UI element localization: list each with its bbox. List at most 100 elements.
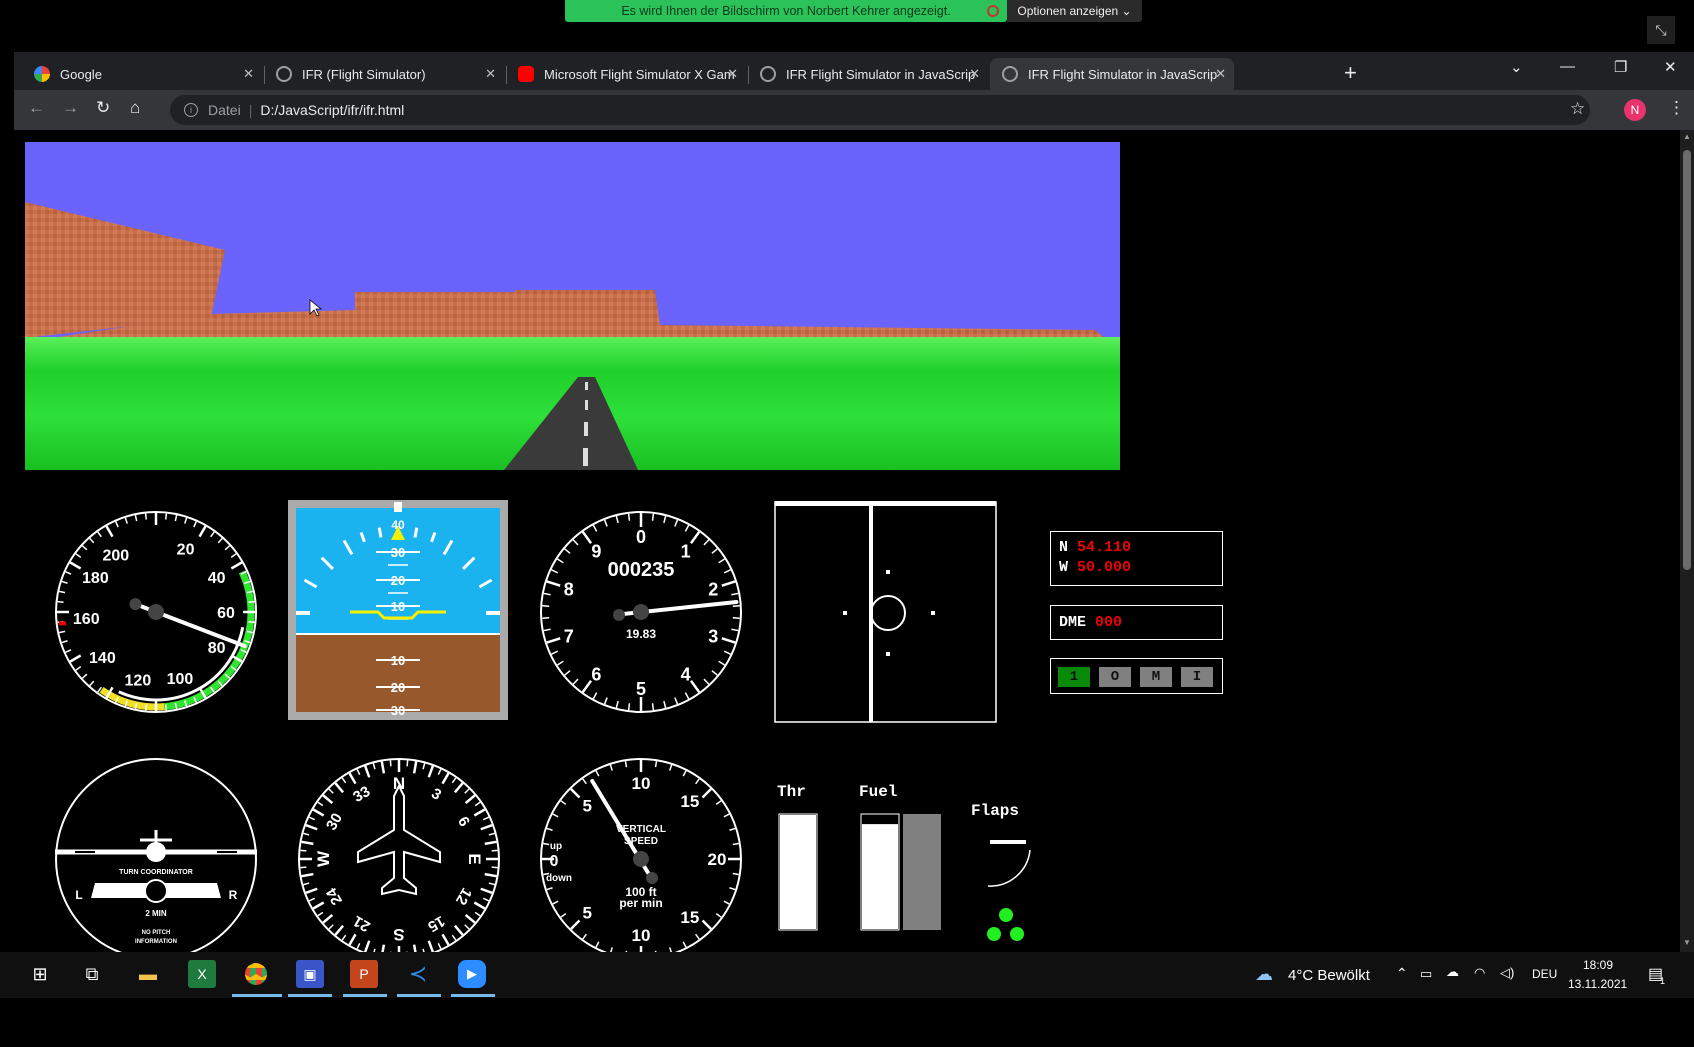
hdg-label: W: [314, 850, 333, 867]
dial-tick: [389, 760, 392, 767]
star-icon[interactable]: ☆: [1570, 99, 1585, 119]
tab-ifr-js[interactable]: IFR Flight Simulator in JavaScript ✕: [748, 58, 988, 90]
collapse-icon[interactable]: ⤡: [1647, 16, 1675, 44]
share-options-button[interactable]: Optionen anzeigen ⌄: [1007, 0, 1142, 22]
forward-icon[interactable]: →: [62, 98, 79, 118]
tab-title: Google: [60, 66, 102, 82]
mode-button-o[interactable]: O: [1099, 667, 1131, 687]
dial-tick: [732, 872, 739, 876]
asi-label: 120: [125, 673, 152, 690]
clock-date[interactable]: 13.11.2021: [1568, 977, 1627, 991]
wifi-icon[interactable]: ◠: [1474, 965, 1485, 981]
back-icon[interactable]: ←: [28, 98, 45, 118]
tab-youtube[interactable]: Microsoft Flight Simulator X Gam ✕: [506, 58, 746, 90]
app-indicator: [397, 994, 441, 997]
asi-label: 140: [89, 650, 116, 667]
chrome-icon[interactable]: [242, 960, 270, 988]
scroll-down-icon[interactable]: ▼: [1683, 938, 1691, 947]
windows-start-icon[interactable]: ⊞: [26, 960, 54, 988]
close-icon[interactable]: ✕: [969, 66, 980, 82]
fuel-label: Fuel: [859, 783, 898, 801]
adi-pitch-label: 30: [391, 545, 405, 560]
scroll-up-icon[interactable]: ▲: [1683, 132, 1691, 141]
alt-digit: 5: [636, 679, 646, 699]
weather-text[interactable]: 4°C Bewölkt: [1288, 967, 1370, 984]
language-indicator[interactable]: DEU: [1532, 967, 1557, 981]
adi-bank-zero: [394, 502, 402, 512]
tab-strip: Google ✕ IFR (Flight Simulator) ✕ Micros…: [14, 52, 1694, 90]
adi-pitch-label: 10: [391, 653, 405, 668]
info-icon[interactable]: i: [184, 103, 198, 117]
dial-tick: [491, 849, 498, 852]
vsi-label: 15: [680, 792, 699, 811]
minimize-icon[interactable]: —: [1560, 58, 1575, 75]
airspeed-indicator: 200 20 40 60 80 100 120 140 160 180: [55, 511, 257, 713]
close-window-icon[interactable]: ✕: [1664, 58, 1677, 76]
onedrive-icon[interactable]: ☁: [1446, 964, 1459, 980]
dial-tick: [248, 620, 255, 624]
attitude-indicator: 30201010203040: [288, 500, 508, 720]
avatar[interactable]: N: [1624, 99, 1646, 121]
tc-note-1: NO PITCH: [142, 930, 171, 936]
save-disk-icon[interactable]: ▣: [296, 960, 324, 988]
restore-icon[interactable]: ❐: [1614, 58, 1627, 76]
screen-share-banner: Es wird Ihnen der Bildschirm von Norbert…: [565, 0, 1007, 22]
vsi-zero: 0: [550, 853, 559, 870]
url-text[interactable]: D:/JavaScript/ifr/ifr.html: [260, 102, 404, 118]
throttle-fill[interactable]: [780, 815, 816, 929]
tab-google[interactable]: Google ✕: [22, 58, 262, 90]
mode-button-i[interactable]: I: [1181, 667, 1213, 687]
clock-time[interactable]: 18:09: [1583, 958, 1613, 972]
alt-digit: 1: [681, 542, 691, 562]
battery-icon[interactable]: ▭: [1420, 966, 1432, 982]
dial-tick: [651, 703, 655, 711]
alt-digit: 6: [591, 664, 601, 684]
close-icon[interactable]: ✕: [243, 66, 254, 82]
volume-icon[interactable]: ◁): [1500, 965, 1514, 981]
menu-icon[interactable]: ⋮: [1668, 98, 1685, 118]
plus-icon[interactable]: +: [1344, 60, 1357, 86]
gear-light-right: [1010, 927, 1024, 941]
home-icon[interactable]: ⌂: [130, 98, 140, 118]
stop-share-icon[interactable]: [987, 5, 999, 17]
close-icon[interactable]: ✕: [485, 66, 496, 82]
dial-tick: [732, 842, 739, 846]
mode-button-1[interactable]: 1: [1058, 667, 1090, 687]
scroll-thumb[interactable]: [1683, 150, 1691, 570]
dial-tick: [144, 704, 148, 711]
tab-search-icon[interactable]: ⌄: [1510, 58, 1523, 76]
zoom-icon[interactable]: ▶: [458, 960, 486, 988]
tab-title: Microsoft Flight Simulator X Gam: [544, 66, 734, 82]
dial-tick: [406, 760, 409, 767]
dial-tick: [300, 866, 307, 869]
reload-icon[interactable]: ↻: [96, 98, 110, 118]
marker-panel: 1 O M I: [1050, 658, 1223, 694]
flaps-arc: [987, 849, 1031, 887]
browser-window: Google ✕ IFR (Flight Simulator) ✕ Micros…: [14, 52, 1694, 952]
tab-ifr-js-active[interactable]: IFR Flight Simulator in JavaScript ✕: [990, 58, 1234, 90]
dial-tick: [300, 849, 307, 852]
vertical-speed-indicator: 5101520151050updownVERTICALSPEED100 ftpe…: [540, 758, 742, 952]
adi-pitch-label: 20: [391, 573, 405, 588]
page-scrollbar[interactable]: ▲ ▼: [1680, 130, 1694, 952]
tab-title: IFR (Flight Simulator): [302, 66, 426, 82]
close-icon[interactable]: ✕: [727, 66, 738, 82]
lon-value: 50.000: [1077, 559, 1132, 576]
file-explorer-icon[interactable]: ▬: [134, 960, 162, 988]
mode-button-m[interactable]: M: [1140, 667, 1172, 687]
chevron-up-icon[interactable]: ⌃: [1396, 965, 1408, 982]
dial-tick: [624, 761, 628, 768]
task-view-icon[interactable]: ⧉: [78, 960, 106, 988]
vscode-icon[interactable]: ≺: [404, 960, 432, 988]
address-bar[interactable]: i Datei | D:/JavaScript/ifr/ifr.html: [170, 95, 1590, 125]
asi-label: 160: [73, 611, 100, 628]
position-readout: N 54.110 W 50.000: [1050, 531, 1223, 586]
powerpoint-icon[interactable]: P: [350, 960, 378, 988]
close-icon[interactable]: ✕: [1215, 66, 1226, 82]
lon-prefix: W: [1059, 559, 1069, 576]
taskbar: ⊞ ⧉ ▬ X ▣ P ≺ ▶ ☁ 4°C Bewölkt ⌃ ▭ ☁ ◠ ◁)…: [0, 952, 1694, 998]
tab-ifr[interactable]: IFR (Flight Simulator) ✕: [264, 58, 504, 90]
vsi-hub: [633, 851, 649, 867]
excel-icon[interactable]: X: [188, 960, 216, 988]
dial-tick: [164, 513, 168, 520]
